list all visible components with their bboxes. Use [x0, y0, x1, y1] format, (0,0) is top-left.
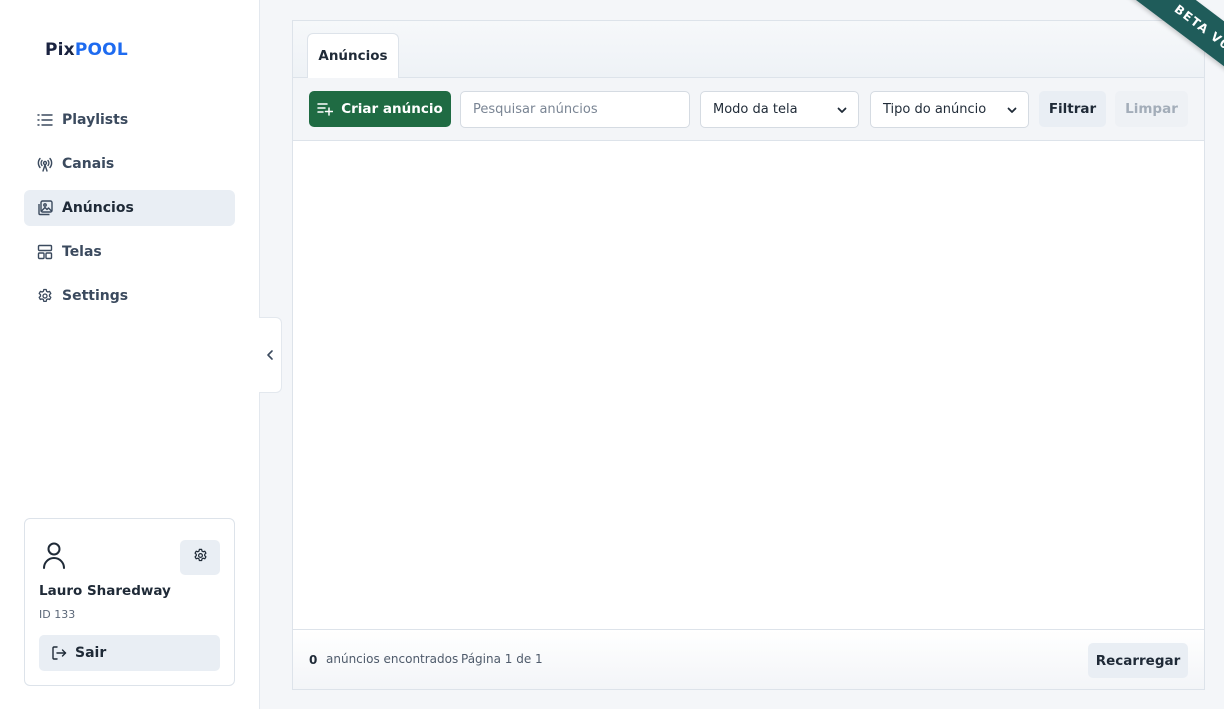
chevron-down-icon — [836, 104, 848, 116]
ads-panel: Anúncios Criar anúncio Modo da tela — [292, 20, 1205, 690]
gear-icon — [36, 287, 54, 305]
sidebar-item-canais[interactable]: Canais — [24, 146, 235, 182]
ad-type-select[interactable]: Tipo do anúncio — [870, 91, 1029, 128]
ads-list-area — [293, 141, 1204, 629]
sidebar-nav: Playlists Canais Anúncios Telas Settings — [24, 102, 235, 322]
sidebar-item-label: Settings — [62, 288, 129, 304]
chevron-down-icon — [1006, 104, 1018, 116]
user-card: Lauro Sharedway ID 133 Sair — [24, 518, 235, 686]
screen-mode-select[interactable]: Modo da tela — [700, 91, 859, 128]
user-icon — [41, 541, 67, 569]
results-count: 0 — [309, 653, 318, 667]
sidebar-item-label: Canais — [62, 156, 115, 172]
sidebar-item-settings[interactable]: Settings — [24, 278, 235, 314]
sidebar: PixPOOL Playlists Canais Anúncios Telas … — [0, 0, 260, 709]
create-ad-label: Criar anúncio — [341, 101, 443, 117]
sidebar-item-label: Telas — [62, 244, 102, 260]
create-ad-button[interactable]: Criar anúncio — [309, 91, 451, 127]
logout-button[interactable]: Sair — [39, 635, 220, 671]
pagination-label: Página 1 de 1 — [461, 652, 543, 666]
sidebar-item-telas[interactable]: Telas — [24, 234, 235, 270]
reload-button[interactable]: Recarregar — [1088, 643, 1188, 678]
search-input[interactable] — [460, 91, 690, 128]
chevron-left-icon — [265, 346, 275, 365]
sidebar-item-label: Anúncios — [62, 200, 134, 216]
panel-footer: 0 anúncios encontrados Página 1 de 1 Rec… — [293, 629, 1204, 689]
user-settings-button[interactable] — [180, 540, 220, 575]
screen-mode-value: Modo da tela — [713, 102, 798, 117]
sidebar-item-label: Playlists — [62, 112, 129, 128]
logout-icon — [51, 645, 75, 661]
user-name: Lauro Sharedway — [39, 583, 171, 599]
logo-text-pix: Pix — [45, 40, 75, 60]
list-icon — [36, 111, 54, 129]
results-count-label: anúncios encontrados — [326, 652, 459, 666]
logout-label: Sair — [75, 645, 107, 661]
add-list-icon — [317, 101, 341, 117]
image-gallery-icon — [36, 199, 54, 217]
tab-bar: Anúncios — [293, 21, 1204, 78]
layout-icon — [36, 243, 54, 261]
app-logo[interactable]: PixPOOL — [45, 40, 128, 60]
logo-text-pool: POOL — [74, 40, 128, 60]
sidebar-collapse-button[interactable] — [259, 317, 282, 393]
toolbar: Criar anúncio Modo da tela Tipo do anúnc… — [293, 78, 1204, 141]
sidebar-item-playlists[interactable]: Playlists — [24, 102, 235, 138]
gear-icon — [193, 548, 208, 567]
ad-type-value: Tipo do anúncio — [883, 102, 987, 117]
tab-anuncios[interactable]: Anúncios — [307, 33, 399, 78]
filter-button[interactable]: Filtrar — [1039, 91, 1106, 127]
sidebar-item-anuncios[interactable]: Anúncios — [24, 190, 235, 226]
clear-button[interactable]: Limpar — [1115, 91, 1188, 127]
broadcast-icon — [36, 155, 54, 173]
user-id: ID 133 — [39, 608, 76, 621]
